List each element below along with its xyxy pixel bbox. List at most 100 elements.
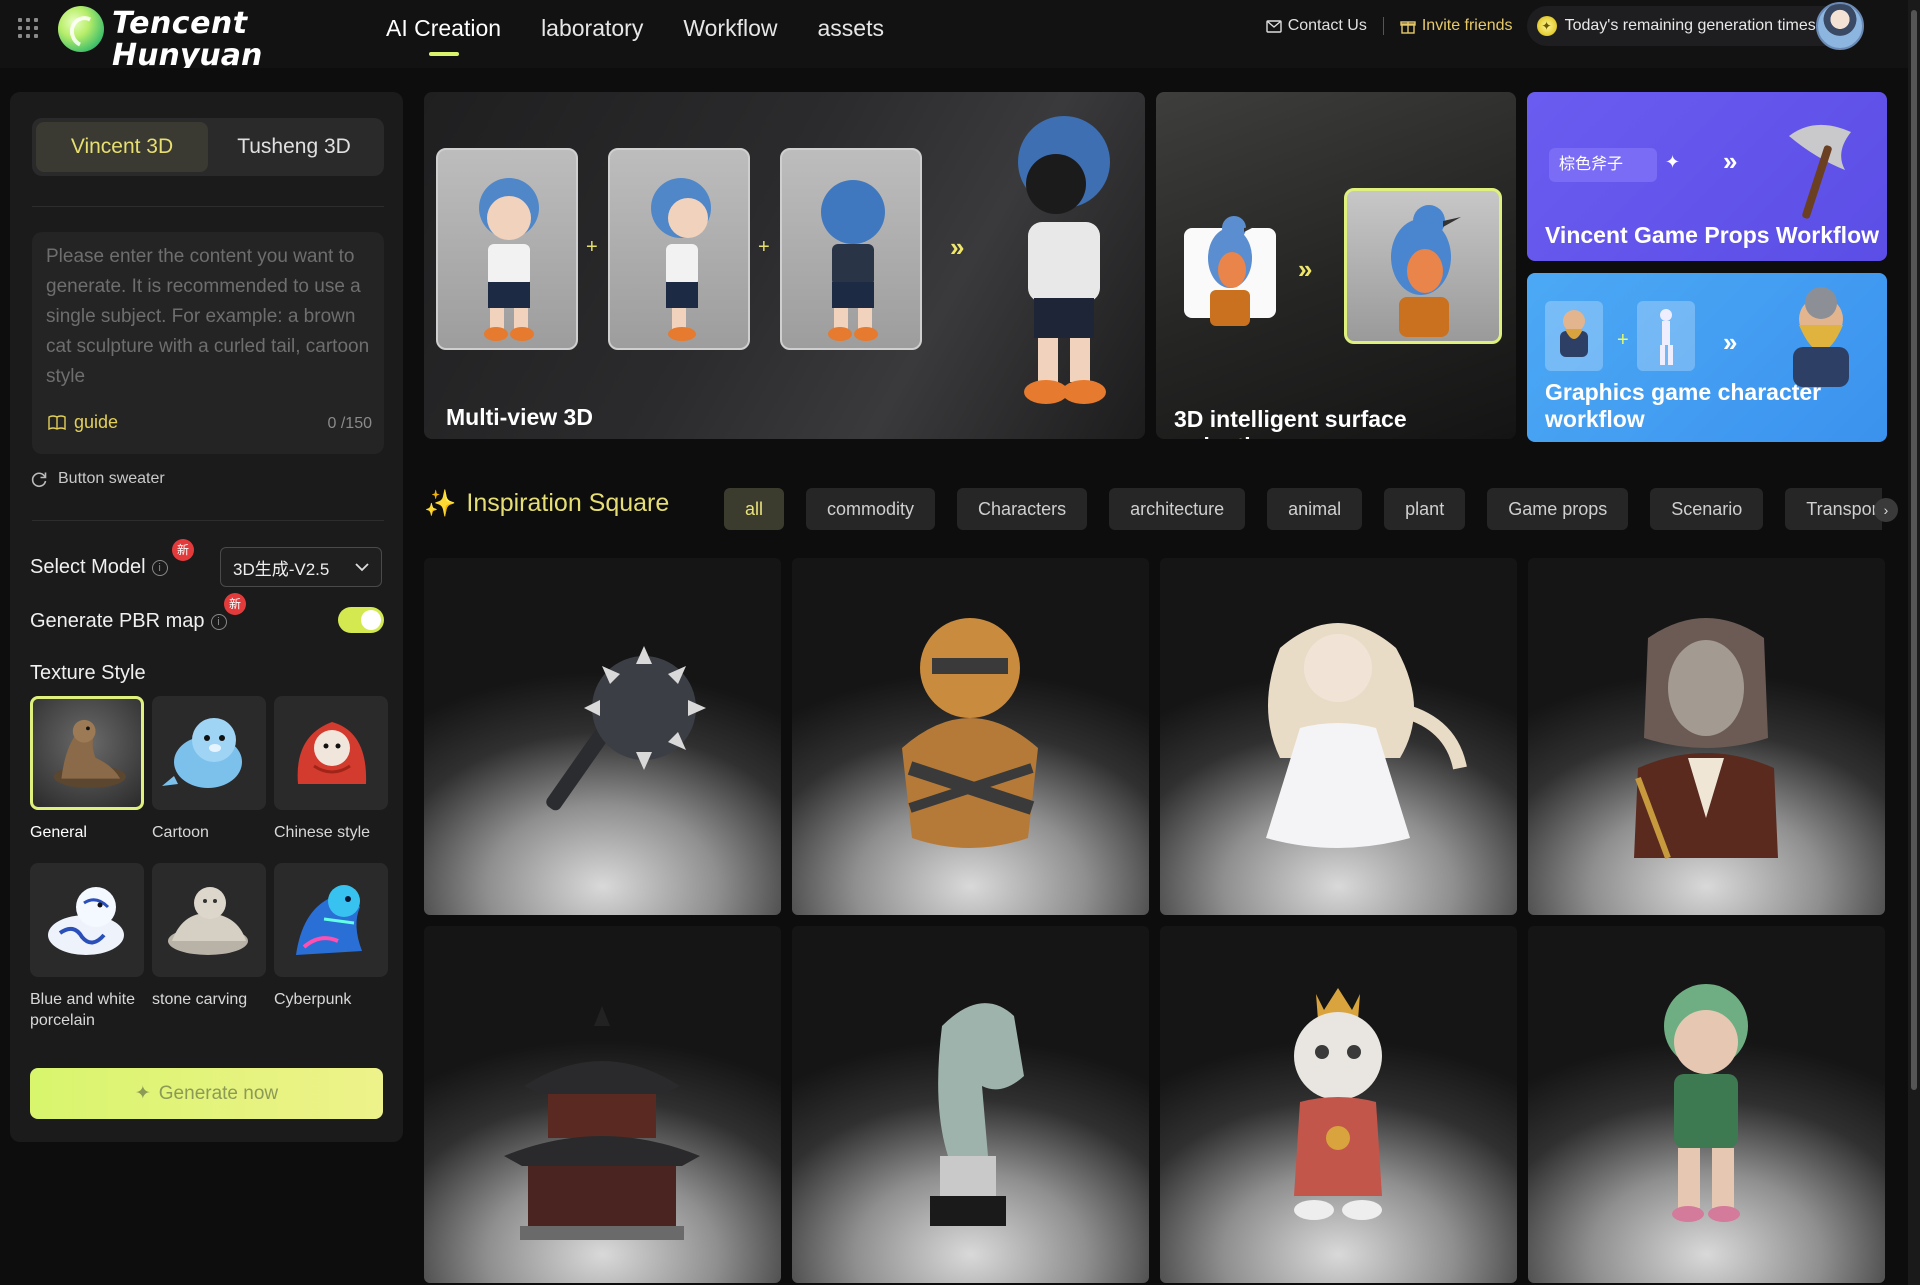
bird-after-card [1344,188,1502,344]
gallery-item-horse-chess-piece[interactable] [792,926,1149,1283]
style-stone-carving[interactable]: stone carving [152,863,266,1031]
apps-grid-icon[interactable] [16,16,40,40]
pose-input-card [1637,301,1695,371]
pbr-toggle[interactable] [338,607,384,633]
filter-game-props[interactable]: Game props [1487,488,1629,530]
prompt-box: guide 0 /150 [32,232,384,454]
gallery-item-princess-figure[interactable] [1160,558,1517,915]
gallery-item-green-hair-boy[interactable] [1528,926,1885,1283]
gallery-item-spiked-mace[interactable] [424,558,781,915]
seal-figure [162,718,242,788]
invite-friends-link[interactable]: Invite friends [1400,17,1513,35]
main-nav: AI Creation laboratory Workflow assets [366,0,904,60]
gift-icon [1400,21,1416,34]
header-actions: Contact Us Invite friends ✦ Today's rema… [1266,6,1860,46]
tab-vincent-3d[interactable]: Vincent 3D [36,122,208,172]
filter-commodity[interactable]: commodity [806,488,936,530]
scrollbar-thumb[interactable] [1911,10,1917,1090]
contact-us-label: Contact Us [1287,17,1367,34]
style-label: stone carving [152,991,248,1008]
pbr-text: Generate PBR map [30,610,205,632]
texture-style-text: Texture Style [30,662,146,684]
green-hair-boy-model [1664,984,1748,1222]
pagoda-model [504,1006,700,1240]
style-general[interactable]: General [30,696,144,843]
nav-laboratory[interactable]: laboratory [521,0,663,56]
inspiration-square-header: ✨ Inspiration Square [424,488,669,519]
bird-after-figure [1391,205,1461,337]
style-thumb-cartoon [152,696,266,810]
page-scrollbar[interactable] [1908,0,1920,1285]
props-prompt-chip: 棕色斧子 [1549,148,1657,182]
plus-icon: + [1617,329,1629,351]
style-thumb-cyberpunk [274,863,388,977]
filter-architecture[interactable]: architecture [1109,488,1246,530]
info-icon[interactable]: i [151,559,168,576]
gallery-item-noble-bust[interactable] [1528,558,1885,915]
bird-before-figure [1208,216,1256,326]
filter-plant[interactable]: plant [1384,488,1466,530]
generate-now-label: Generate now [158,1082,279,1104]
guide-link[interactable]: guide [48,412,118,433]
gallery-item-armored-warrior[interactable] [792,558,1149,915]
seal-figure [53,719,126,789]
banner-surface-reduction[interactable]: » 3D intelligent surface reduction [1156,92,1516,439]
filter-animal[interactable]: animal [1267,488,1363,530]
style-label: Chinese style [274,824,371,841]
nav-ai-creation[interactable]: AI Creation [366,0,521,56]
character-side-figure [651,178,711,341]
filter-all[interactable]: all [724,488,785,530]
chevron-down-icon [355,562,369,571]
spiked-mace-model [546,646,706,811]
brand-line-2: Hunyuan 3D [112,38,263,69]
user-avatar[interactable] [1816,2,1864,50]
random-prompt-button[interactable]: Button sweater [30,470,165,488]
select-model-label: Select Model i [30,556,168,579]
model-select[interactable]: 3D生成-V2.5 [220,547,382,587]
invite-friends-label: Invite friends [1421,17,1513,34]
info-icon[interactable]: i [210,613,227,630]
nav-workflow[interactable]: Workflow [663,0,797,56]
pbr-label: Generate PBR map i [30,610,227,633]
nav-assets[interactable]: assets [798,0,904,56]
gallery-item-pagoda[interactable] [424,926,781,1283]
dwarf-small-figure [1560,310,1588,357]
banner-game-props-workflow[interactable]: 棕色斧子 ✦ » Vincent Game Props Workflow [1527,92,1887,261]
filter-scenario[interactable]: Scenario [1650,488,1764,530]
banner-graphic-character-workflow[interactable]: + » Graphics game character workflow [1527,273,1887,442]
char-count: 0 /150 [327,415,372,432]
axe-figure [1789,124,1851,219]
style-blue-white-porcelain[interactable]: Blue and white porcelain [30,863,144,1031]
double-chevron-right-icon: » [1723,327,1738,357]
panel-divider [32,520,384,521]
style-chinese[interactable]: Chinese style [274,696,388,843]
style-cyberpunk[interactable]: Cyberpunk [274,863,388,1031]
inspiration-square-title: Inspiration Square [466,489,670,517]
tab-tusheng-3d[interactable]: Tusheng 3D [208,122,380,172]
view-front-card [436,148,578,350]
banner-multi-view-3d[interactable]: + + » Multi-view 3D [424,92,1145,439]
filter-characters[interactable]: Characters [957,488,1088,530]
pose-figure [1660,309,1673,365]
mode-tabs: Vincent 3D Tusheng 3D [32,118,384,176]
model-select-value: 3D生成-V2.5 [233,559,330,579]
random-prompt-label: Button sweater [58,470,165,487]
horse-chess-model [930,1003,1024,1226]
gallery-item-cat-king[interactable] [1160,926,1517,1283]
brand-wordmark[interactable]: Tencent Hunyuan 3D [112,6,302,68]
style-cartoon[interactable]: Cartoon [152,696,266,843]
sparkles-icon: ✨ [424,488,457,518]
view-back-card [780,148,922,350]
character-3d-model [1018,116,1110,404]
seal-figure [168,887,248,955]
banner-title-surface-reduction: 3D intelligent surface reduction [1174,406,1407,439]
top-header: Tencent Hunyuan 3D AI Creation laborator… [0,0,1920,68]
filter-transportation[interactable]: Transportation [1785,488,1882,530]
double-chevron-right-icon: » [1298,254,1313,284]
contact-us-link[interactable]: Contact Us [1266,17,1367,35]
select-model-text: Select Model [30,556,146,578]
hunyuan-logo[interactable] [58,6,104,52]
generate-now-button[interactable]: ✦ Generate now [30,1068,383,1119]
filters-next-button[interactable]: › [1874,498,1898,522]
prompt-input[interactable] [46,242,372,402]
